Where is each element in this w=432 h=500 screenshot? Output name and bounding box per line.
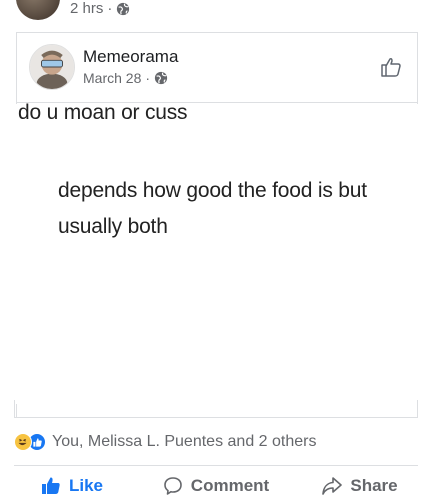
globe-icon <box>154 71 168 85</box>
like-label: Like <box>68 476 104 495</box>
comment-button[interactable]: Comment <box>144 472 288 500</box>
globe-icon <box>117 2 130 15</box>
meta-separator: · <box>107 0 113 17</box>
meme-text-answer: depends how good the food is but usually… <box>58 179 367 238</box>
comment-label: Comment <box>190 476 270 495</box>
meme-image[interactable] <box>0 104 432 404</box>
thumbs-up-icon <box>41 477 60 494</box>
comment-icon <box>163 477 182 495</box>
shared-post-header: Memeorama March 28 · <box>17 33 417 103</box>
divider <box>14 465 418 466</box>
haha-icon <box>14 433 32 451</box>
reactions-summary[interactable]: You, Melissa L. Puentes and 2 others <box>14 431 316 453</box>
previous-post-avatar[interactable] <box>16 0 60 20</box>
share-icon <box>322 477 343 495</box>
thumbs-up-outline-icon[interactable] <box>379 55 403 79</box>
post-action-bar: Like Comment Share <box>0 472 432 500</box>
meme-text-question: do u moan or cuss <box>18 101 188 124</box>
meta-separator: · <box>145 70 151 86</box>
shared-post-avatar[interactable] <box>29 44 75 90</box>
previous-post-header: 2 hrs · <box>0 0 432 24</box>
avatar-image <box>30 45 74 89</box>
previous-post-time[interactable]: 2 hrs <box>70 0 103 17</box>
share-label: Share <box>350 476 398 495</box>
shared-post-footer <box>14 400 418 418</box>
previous-post-meta: 2 hrs · <box>70 0 130 17</box>
share-button[interactable]: Share <box>288 472 432 500</box>
reactions-text[interactable]: You, Melissa L. Puentes and 2 others <box>52 433 316 451</box>
shared-post-author[interactable]: Memeorama <box>83 47 178 67</box>
shared-post-date[interactable]: March 28 <box>83 70 141 86</box>
like-button[interactable]: Like <box>0 472 144 500</box>
shared-post-meta: March 28 · <box>83 70 168 86</box>
